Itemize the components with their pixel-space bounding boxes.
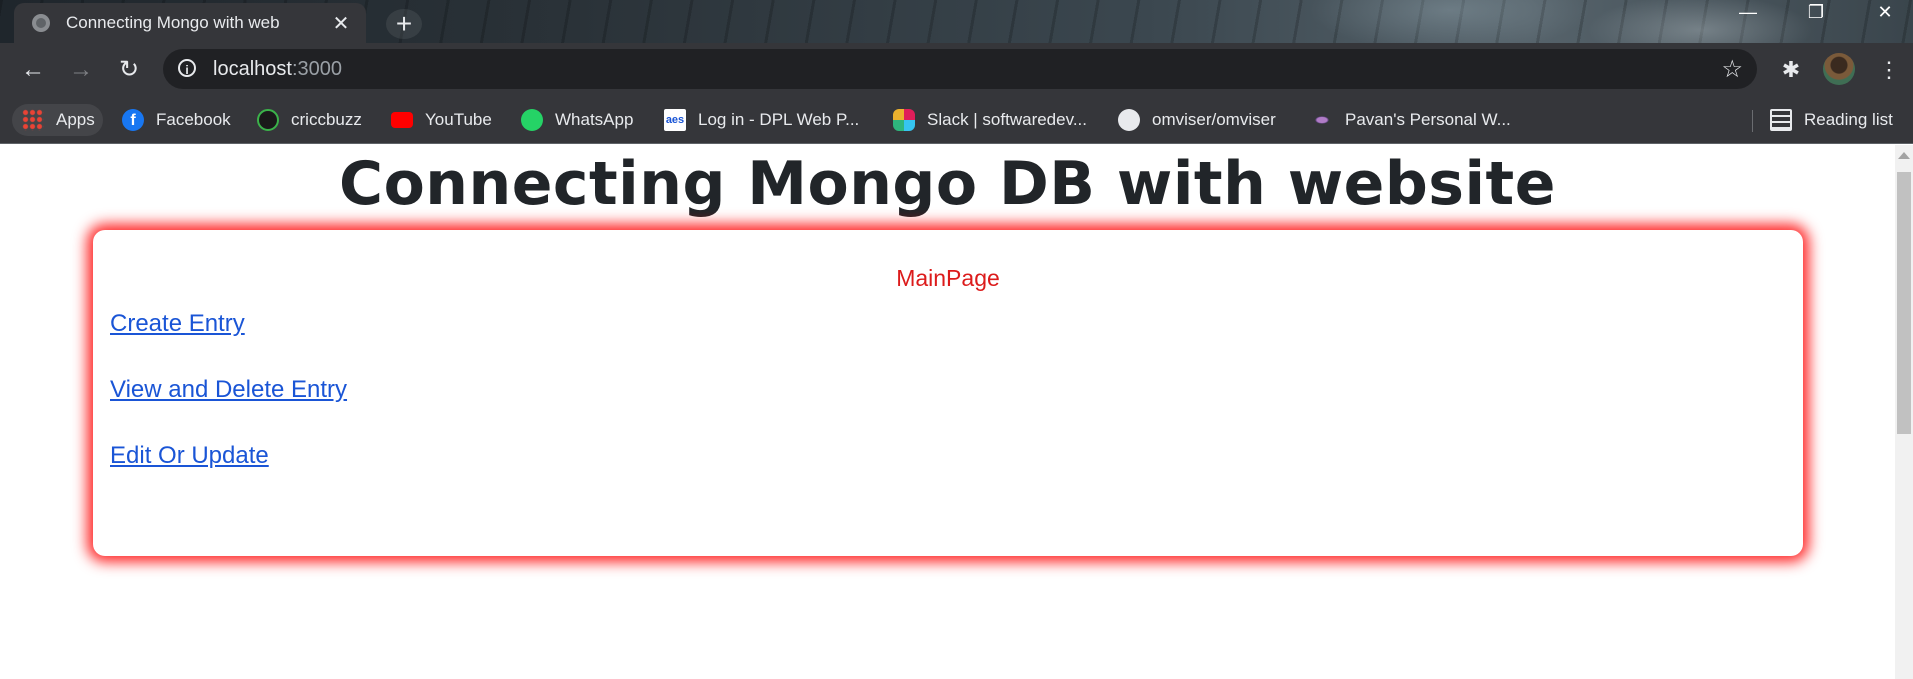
slack-icon [893,109,915,131]
create-entry-link[interactable]: Create Entry [110,310,245,338]
bookmark-github[interactable]: omviser/omviser [1118,104,1276,136]
new-tab-button[interactable]: + [386,9,422,39]
bookmarks-bar: Apps f Facebook criccbuzz YouTube WhatsA… [0,97,1913,144]
browser-tab[interactable]: Connecting Mongo with web ✕ [14,3,366,43]
main-card: MainPage Create Entry View and Delete En… [93,230,1803,556]
bookmarks-divider [1752,110,1753,132]
profile-avatar[interactable] [1823,53,1855,85]
bookmark-youtube[interactable]: YouTube [391,104,492,136]
menu-icon[interactable]: ⋮ [1878,54,1900,86]
reload-icon[interactable]: ↻ [113,54,145,86]
scroll-up-arrow[interactable] [1898,152,1910,159]
globe-icon [32,14,50,32]
minimize-icon[interactable]: — [1723,2,1773,23]
url-text[interactable]: localhost:3000 [213,58,342,81]
bookmark-slack[interactable]: Slack | softwaredev... [893,104,1087,136]
bookmark-personal-website[interactable]: Pavan's Personal W... [1311,104,1511,136]
extensions-icon[interactable]: ✱ [1775,54,1807,86]
card-title: MainPage [896,265,1000,291]
close-tab-icon[interactable]: ✕ [326,11,356,36]
facebook-icon: f [122,109,144,131]
bookmark-facebook[interactable]: f Facebook [122,104,231,136]
bookmark-star-icon[interactable]: ☆ [1721,55,1743,84]
bookmark-apps[interactable]: Apps [12,104,103,136]
criccbuzz-icon [257,109,279,131]
browser-toolbar: ← → ↻ i localhost:3000 ☆ ✱ ⋮ [0,43,1913,97]
reading-list-icon [1770,109,1792,131]
eye-icon [1311,109,1333,131]
scrollbar-thumb[interactable] [1897,172,1911,434]
apps-grid-icon [22,109,44,131]
page-content: Connecting Mongo DB with website MainPag… [0,145,1895,679]
youtube-icon [391,112,413,128]
bookmark-dpl-login[interactable]: aes Log in - DPL Web P... [664,104,859,136]
view-delete-entry-link[interactable]: View and Delete Entry [110,376,347,404]
page-heading: Connecting Mongo DB with website [339,149,1556,219]
close-window-icon[interactable]: ✕ [1860,2,1910,23]
restore-icon[interactable]: ❐ [1791,2,1841,23]
edit-update-link[interactable]: Edit Or Update [110,442,269,470]
aes-icon: aes [664,109,686,131]
address-bar[interactable]: i localhost:3000 ☆ [163,49,1757,89]
bookmark-criccbuzz[interactable]: criccbuzz [257,104,362,136]
reading-list-button[interactable]: Reading list [1770,104,1893,136]
title-bar: Connecting Mongo with web ✕ + — ❐ ✕ [0,0,1913,43]
forward-icon[interactable]: → [65,54,97,86]
site-info-icon[interactable]: i [178,59,196,77]
bookmark-whatsapp[interactable]: WhatsApp [521,104,633,136]
back-icon[interactable]: ← [17,54,49,86]
github-icon [1118,109,1140,131]
whatsapp-icon [521,109,543,131]
tab-title: Connecting Mongo with web [66,13,280,32]
